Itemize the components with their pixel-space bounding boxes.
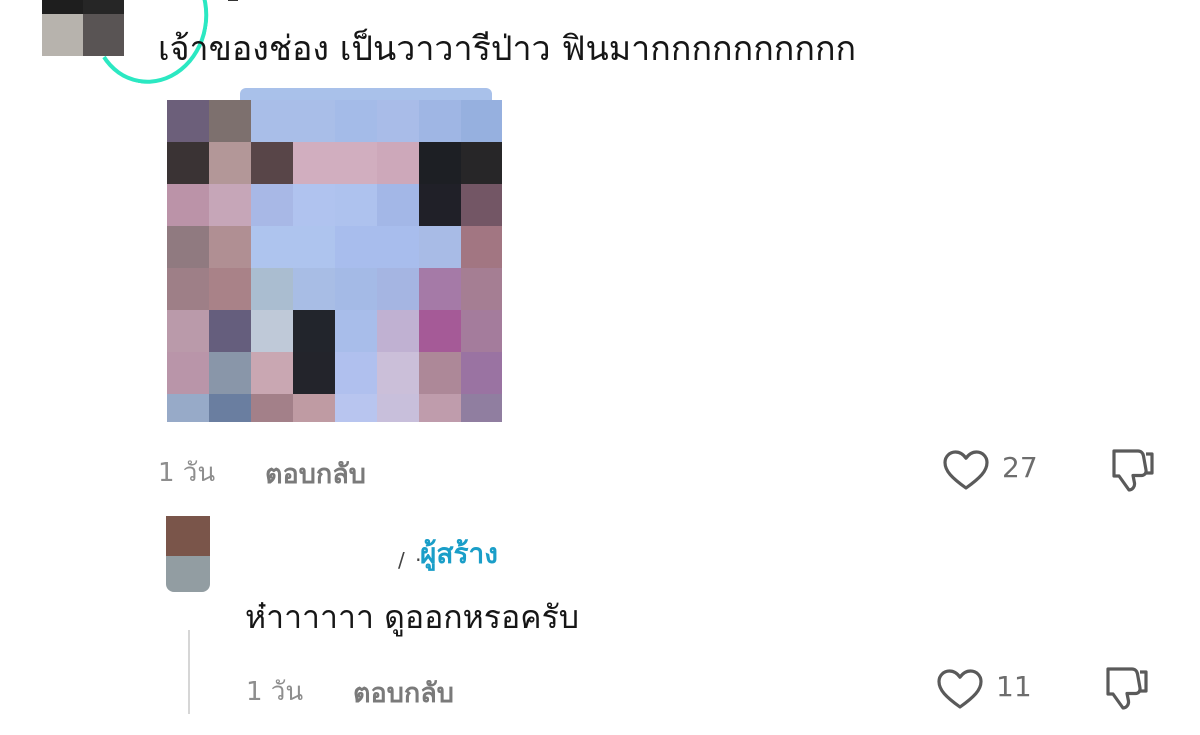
image-pixel-block [209,100,251,142]
image-pixel-block [293,394,335,422]
avatar-pixel [166,516,210,556]
image-pixel-block [461,394,502,422]
thumbs-down-icon[interactable] [1100,664,1152,716]
image-pixel-block [335,100,377,142]
image-pixel-block [419,310,461,352]
image-pixel-block [251,394,293,422]
image-pixel-block [251,310,293,352]
image-pixel-block [461,226,502,268]
image-pixel-block [293,352,335,394]
avatar-pixel [166,556,210,592]
image-pixel-block [167,226,209,268]
image-pixel-block [335,184,377,226]
image-pixel-block [167,352,209,394]
comment-timestamp: 1 วัน [158,458,216,488]
image-pixel-block [335,352,377,394]
image-pixel-block [293,142,335,184]
image-pixel-block [167,394,209,422]
image-pixel-block [293,268,335,310]
image-pixel-block [293,184,335,226]
image-pixel-block [461,184,502,226]
comment-attached-image-pixelated[interactable] [160,88,502,422]
creator-badge: ผู้สร้าง [420,537,498,570]
image-pixel-block [251,352,293,394]
image-pixel-block [419,394,461,422]
reply-button[interactable]: ตอบกลับ [265,452,366,495]
image-pixel-block [293,100,335,142]
image-pixel-block [251,184,293,226]
image-pixel-block [377,226,419,268]
image-pixel-block [209,142,251,184]
reply-thread-line [188,630,190,714]
image-pixel-block [335,226,377,268]
commenter-username-cropped: ✦✦ [228,0,368,6]
image-pixel-block [209,184,251,226]
image-pixel-block [377,100,419,142]
pixelated-image-grid [167,100,502,422]
image-pixel-block [377,268,419,310]
like-count: 11 [996,670,1032,703]
image-pixel-block [209,268,251,310]
image-pixel-block [419,268,461,310]
avatar-pixel [42,0,83,14]
like-count: 27 [1002,451,1038,484]
image-pixel-block [377,142,419,184]
image-pixel-block [167,184,209,226]
image-pixel-block [419,352,461,394]
image-pixel-block [209,310,251,352]
image-pixel-block [335,394,377,422]
image-pixel-block [377,352,419,394]
reply-avatar[interactable] [166,516,210,592]
image-pixel-block [461,310,502,352]
thumbs-down-icon[interactable] [1106,446,1158,498]
image-pixel-block [251,100,293,142]
image-pixel-block [419,100,461,142]
image-pixel-block [461,142,502,184]
image-pixel-block [419,226,461,268]
image-pixel-block [167,142,209,184]
reply-timestamp: 1 วัน [246,677,304,707]
image-pixel-block [335,142,377,184]
heart-outline-icon[interactable] [942,449,990,495]
image-pixel-block [335,268,377,310]
image-pixel-block [167,100,209,142]
image-pixel-block [461,352,502,394]
image-pixel-block [209,226,251,268]
image-pixel-block [377,184,419,226]
image-pixel-block [377,310,419,352]
image-pixel-block [251,268,293,310]
image-pixel-block [251,226,293,268]
image-pixel-block [251,142,293,184]
image-pixel-block [419,184,461,226]
image-pixel-block [419,142,461,184]
image-pixel-block [335,310,377,352]
image-pixel-block [293,226,335,268]
image-pixel-block [461,268,502,310]
heart-outline-icon[interactable] [936,668,984,714]
reply-button[interactable]: ตอบกลับ [353,671,454,714]
image-pixel-block [167,268,209,310]
image-pixel-block [377,394,419,422]
avatar-pixel [42,14,83,56]
image-pixel-block [209,352,251,394]
comment-text: เจ้าของช่อง เป็นวาวารีป่าว ฟินมากกกกกกกก… [158,29,857,69]
reply-text: ห๋าาาาาา ดูออกหรอครับ [245,598,580,636]
image-pixel-block [167,310,209,352]
image-pixel-block [293,310,335,352]
image-pixel-block [461,100,502,142]
image-pixel-block [209,394,251,422]
